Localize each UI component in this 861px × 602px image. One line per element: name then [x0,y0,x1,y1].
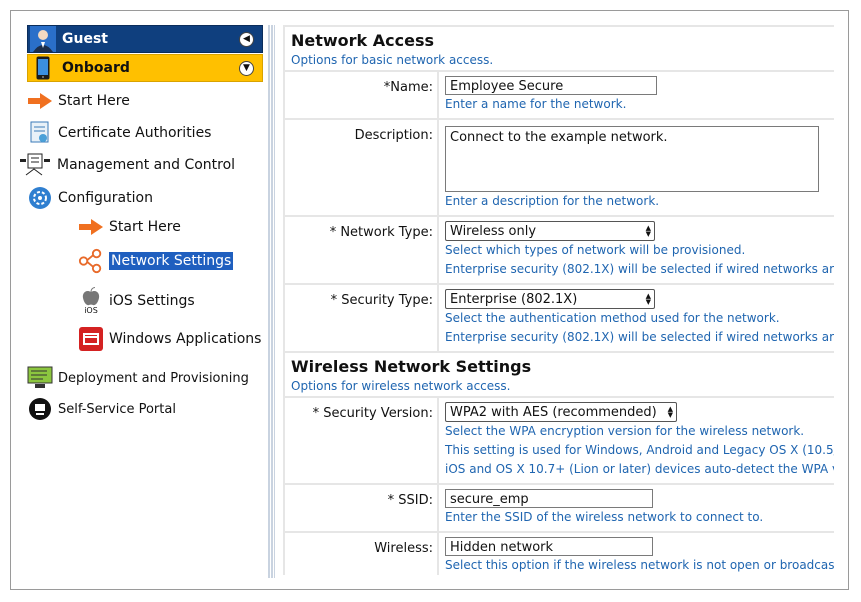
nav-management-and-control[interactable]: Management and Control [20,152,235,178]
nav-config-start-here[interactable]: Start Here [78,214,181,240]
security-type-help-2: Enterprise security (802.1X) will be sel… [445,330,834,344]
collapse-left-icon[interactable]: ◀ [239,31,254,47]
sidebar-splitter[interactable] [268,25,275,578]
arrow-right-icon [27,88,53,114]
network-type-help-1: Select which types of network will be pr… [445,243,746,257]
security-version-help-2: This setting is used for Windows, Androi… [445,443,834,457]
security-type-select[interactable]: Enterprise (802.1X) ▲ ▼ [445,289,655,309]
security-version-help-3: iOS and OS X 10.7+ (Lion or later) devic… [445,462,834,476]
nav-certificate-authorities[interactable]: Certificate Authorities [27,120,211,146]
select-arrows-icon: ▲ ▼ [667,405,673,419]
name-help: Enter a name for the network. [445,97,627,111]
nav-label: Management and Control [57,157,236,173]
description-help: Enter a description for the network. [445,194,660,208]
onboard-header[interactable]: Onboard ▼ [27,54,263,82]
section-title: Network Access [291,31,435,50]
security-version-help-1: Select the WPA encryption version for th… [445,424,805,438]
nav-configuration[interactable]: Configuration [27,185,153,211]
apple-icon: iOS [78,285,104,317]
security-type-value: Enterprise (802.1X) [450,291,578,307]
section-subtitle: Options for wireless network access. [291,379,511,393]
name-input[interactable]: Employee Secure [445,76,657,95]
name-label: *Name: [285,72,437,118]
guest-header[interactable]: Guest ◀ [27,25,263,53]
wireless-label: Wireless: [285,533,437,575]
nav-start-here[interactable]: Start Here [27,88,130,114]
ios-icon-text: iOS [84,306,98,315]
ssid-label: * SSID: [285,485,437,531]
settings-form: Network Access Options for basic network… [283,25,834,575]
security-type-label: * Security Type: [285,285,437,351]
description-textarea[interactable]: Connect to the example network. [445,126,819,192]
ssid-input[interactable]: secure_emp [445,489,653,508]
select-arrows-icon: ▲ ▼ [645,224,651,238]
nav-label: Windows Applications [109,331,262,347]
management-icon [20,152,52,178]
nav-label: Deployment and Provisioning [58,370,249,386]
nav-label: Start Here [58,93,130,109]
network-type-label: * Network Type: [285,217,437,283]
section-title: Wireless Network Settings [291,357,532,376]
certificate-icon [27,120,53,146]
network-access-section: Network Access Options for basic network… [285,27,834,70]
network-type-value: Wireless only [450,223,537,239]
security-version-label: * Security Version: [285,398,437,483]
nav-network-settings[interactable]: Network Settings [78,248,234,274]
security-version-select[interactable]: WPA2 with AES (recommended) ▲ ▼ [445,402,677,422]
nav-ios-settings[interactable]: iOS iOS Settings [78,285,195,317]
phone-icon [28,55,58,81]
section-subtitle: Options for basic network access. [291,53,494,67]
guest-user-icon [28,26,58,52]
nav-deployment-and-provisioning[interactable]: Deployment and Provisioning [27,365,249,391]
network-type-select[interactable]: Wireless only ▲ ▼ [445,221,655,241]
wireless-input[interactable]: Hidden network [445,537,653,556]
windows-app-icon [78,326,104,352]
form-table: Network Access Options for basic network… [283,25,834,575]
expand-down-icon[interactable]: ▼ [239,60,254,76]
portal-icon [27,396,53,422]
deployment-icon [27,365,53,391]
nav-label: Certificate Authorities [58,125,212,141]
guest-label: Guest [62,31,108,47]
select-arrows-icon: ▲ ▼ [645,292,651,306]
nav-label: Self-Service Portal [58,401,176,417]
wireless-settings-section: Wireless Network Settings Options for wi… [285,353,834,396]
nav-label: Start Here [109,219,181,235]
nav-windows-applications[interactable]: Windows Applications [78,326,261,352]
description-label: Description: [285,120,437,215]
network-type-help-2: Enterprise security (802.1X) will be sel… [445,262,834,276]
nav-label: Network Settings [109,252,234,270]
onboard-label: Onboard [62,60,130,76]
network-settings-icon [78,248,104,274]
gear-globe-icon [27,185,53,211]
nav-label: Configuration [58,190,153,206]
nav-label: iOS Settings [109,293,195,309]
ssid-help: Enter the SSID of the wireless network t… [445,510,764,524]
wireless-help: Select this option if the wireless netwo… [445,558,834,572]
nav-self-service-portal[interactable]: Self-Service Portal [27,396,176,422]
security-version-value: WPA2 with AES (recommended) [450,404,657,420]
security-type-help-1: Select the authentication method used fo… [445,311,780,325]
arrow-right-icon [78,214,104,240]
